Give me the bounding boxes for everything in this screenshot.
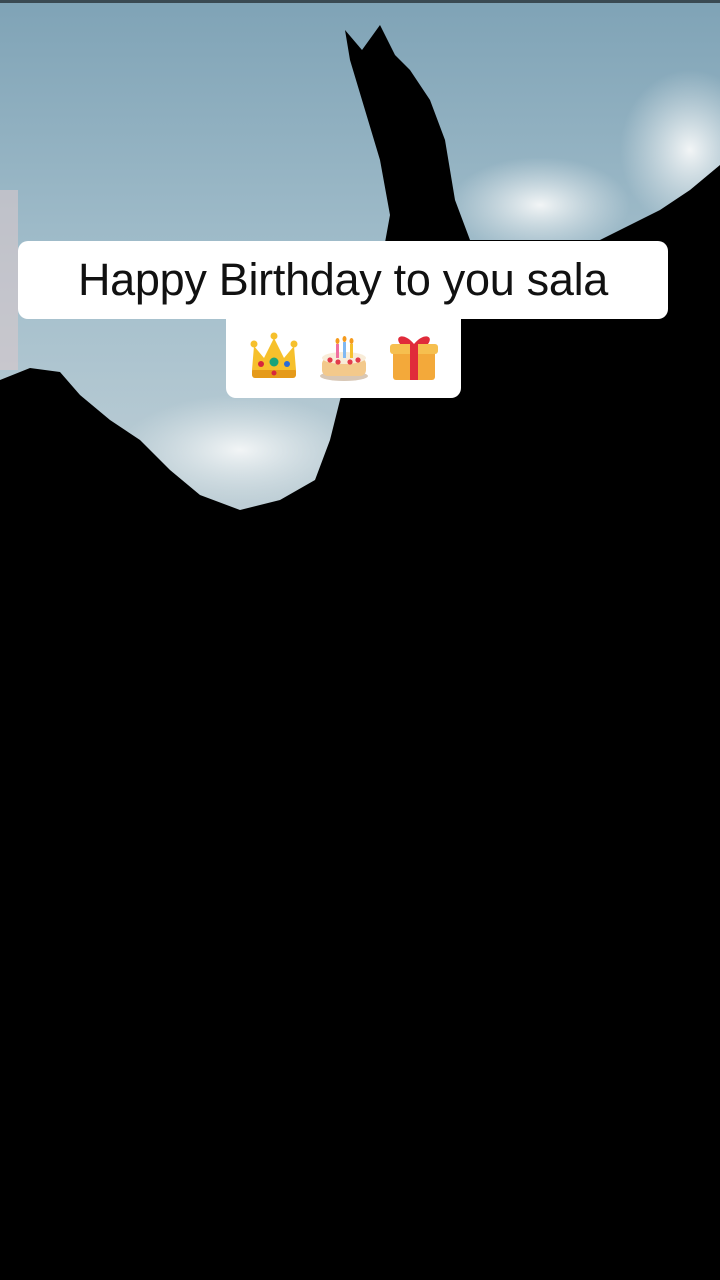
caption-text: Happy Birthday to you sala <box>18 241 668 319</box>
video-frame[interactable]: Happy Birthday to you sala <box>0 0 720 1280</box>
gift-icon <box>389 335 438 380</box>
crown-icon <box>250 332 297 378</box>
birthday-cake-icon <box>319 335 368 381</box>
caption-emoji-row <box>226 313 461 398</box>
caption-overlay: Happy Birthday to you sala <box>0 0 720 420</box>
